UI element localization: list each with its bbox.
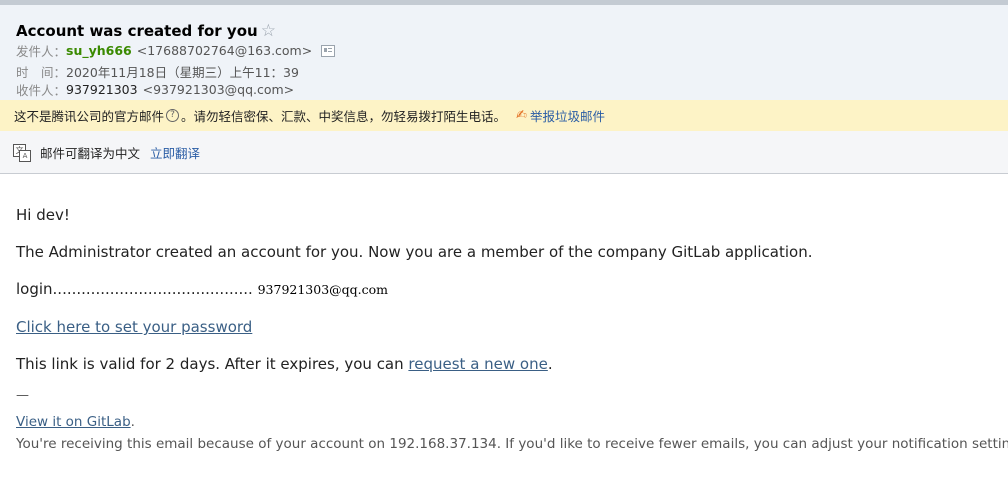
star-icon[interactable]: ☆ [261, 22, 276, 40]
view-on-gitlab-link[interactable]: View it on GitLab [16, 414, 131, 430]
translate-icon: 文 A [13, 143, 31, 162]
warning-text: 这不是腾讯公司的官方邮件 [14, 109, 165, 124]
validity-line: This link is valid for 2 days. After it … [16, 355, 553, 373]
recipient-address: <937921303@qq.com> [142, 82, 295, 97]
report-spam-label: 举报垃圾邮件 [529, 109, 605, 124]
time-row: 时 间： 2020年11月18日（星期三）上午11：39 [16, 62, 299, 81]
greeting: Hi dev! [16, 206, 70, 224]
recipient-name[interactable]: 937921303 [66, 82, 138, 97]
separator: — [16, 388, 29, 403]
from-row: 发件人： su_yh666 <17688702764@163.com> [16, 41, 336, 60]
contact-card-icon[interactable] [321, 44, 336, 57]
view-line: View it on GitLab. [16, 414, 135, 430]
validity-text: This link is valid for 2 days. After it … [16, 355, 409, 373]
translate-text: 邮件可翻译为中文 [40, 145, 141, 161]
footer-text: You're receiving this email because of y… [16, 436, 1008, 452]
sender-address: <17688702764@163.com> [136, 43, 313, 58]
set-password-line: Click here to set your password [16, 318, 252, 336]
login-value: 937921303@qq.com [257, 282, 389, 297]
mail-header: Account was created for you ☆ 发件人： su_yh… [0, 5, 1008, 100]
translate-bar: 文 A 邮件可翻译为中文 立即翻译 [0, 131, 1008, 174]
sender-name[interactable]: su_yh666 [66, 43, 132, 58]
set-password-link[interactable]: Click here to set your password [16, 318, 252, 336]
intro-text: The Administrator created an account for… [16, 243, 813, 261]
time-label: 时 间： [16, 65, 67, 80]
to-row: 收件人： 937921303 <937921303@qq.com> [16, 80, 294, 99]
validity-suffix: . [547, 355, 553, 373]
request-new-link[interactable]: request a new one [408, 355, 547, 373]
time-value: 2020年11月18日（星期三）上午11：39 [66, 65, 299, 80]
mail-subject: Account was created for you [16, 22, 258, 40]
to-label: 收件人： [16, 83, 67, 98]
subject-row: Account was created for you ☆ [16, 20, 276, 42]
security-warning-bar: 这不是腾讯公司的官方邮件 ? 。请勿轻信密保、汇款、中奖信息，勿轻易拨打陌生电话… [0, 100, 1008, 131]
login-prefix: login...................................… [16, 280, 253, 298]
login-line: login...................................… [16, 280, 388, 298]
warning-text-after: 。请勿轻信密保、汇款、中奖信息，勿轻易拨打陌生电话。 [181, 109, 507, 124]
view-suffix: . [130, 414, 135, 430]
translate-now-link[interactable]: 立即翻译 [150, 143, 200, 162]
report-icon: ✍ [516, 108, 527, 123]
report-spam-button[interactable]: ✍ 举报垃圾邮件 [516, 106, 605, 125]
from-label: 发件人： [16, 44, 67, 59]
help-icon[interactable]: ? [166, 109, 180, 122]
